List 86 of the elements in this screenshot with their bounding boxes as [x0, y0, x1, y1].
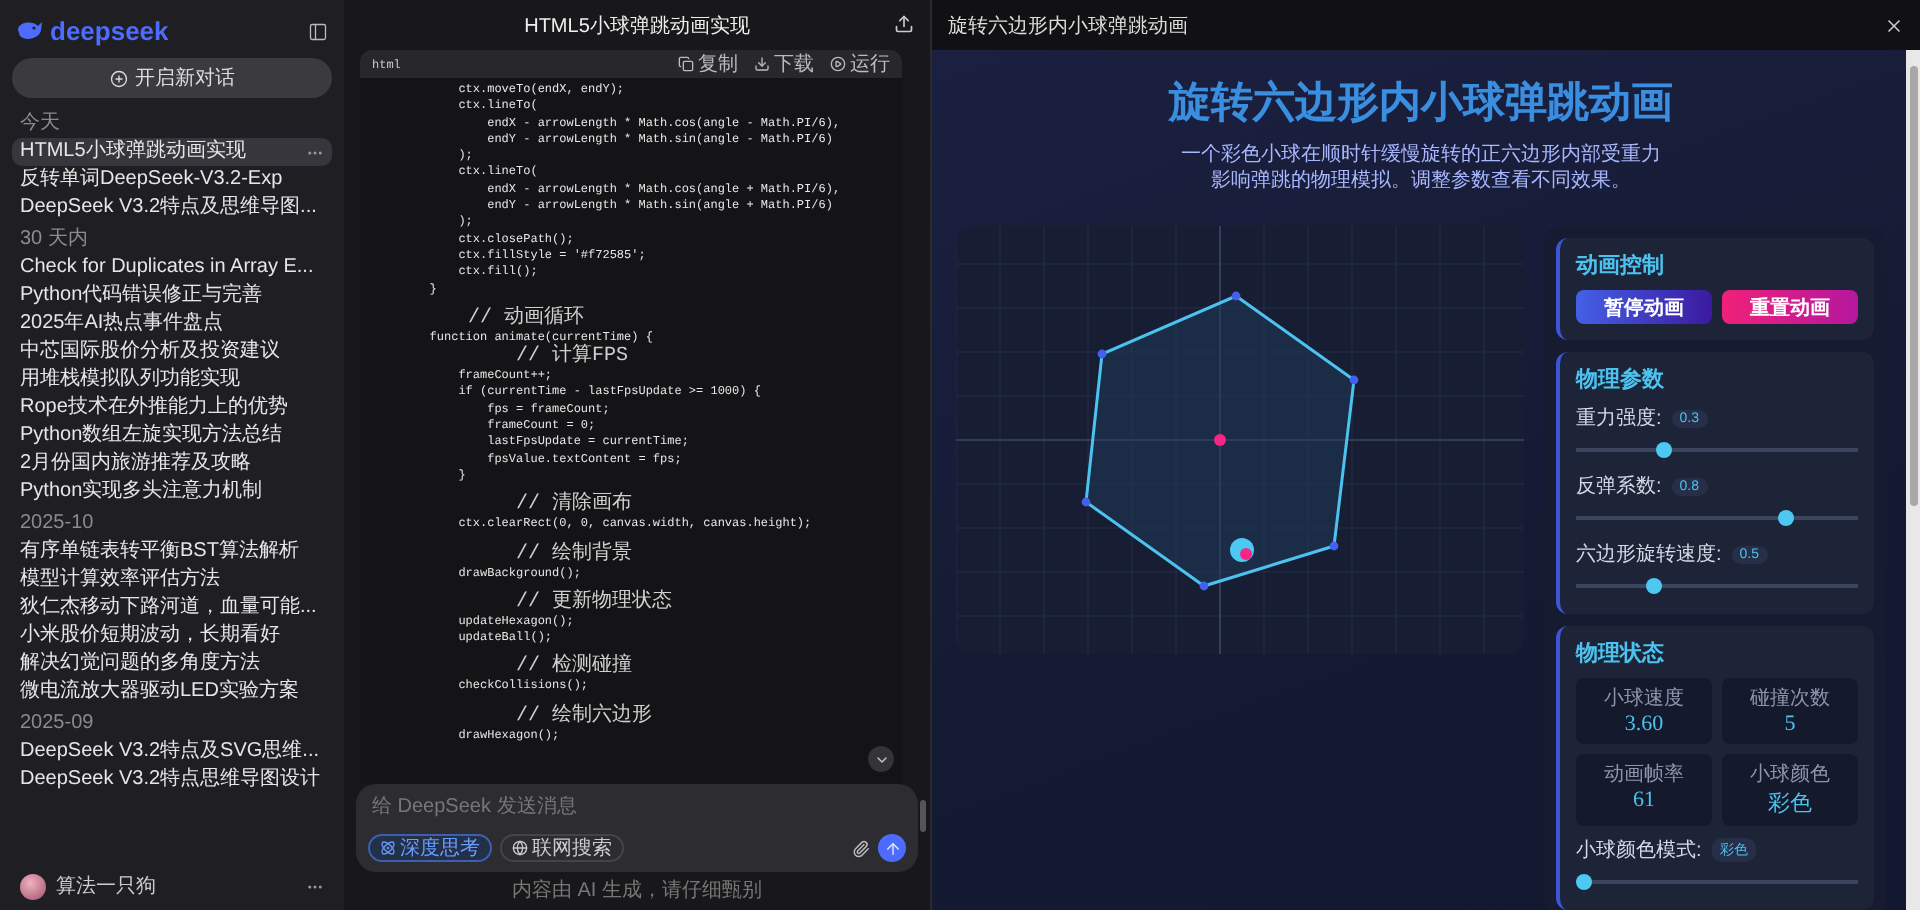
- chat-history-item[interactable]: DeepSeek V3.2特点思维导图设计: [12, 766, 332, 794]
- card-title: 动画控制: [1576, 251, 1666, 280]
- chat-history-item[interactable]: 解决幻觉问题的多角度方法: [12, 650, 332, 678]
- copy-button[interactable]: 复制: [678, 50, 738, 78]
- code-comment: // 绘制六边形: [514, 705, 655, 728]
- chat-history-item[interactable]: Python数组左旋实现方法总结: [12, 422, 332, 450]
- chat-history-item[interactable]: 模型计算效率评估方法: [12, 566, 332, 594]
- stat-label: 小球速度: [1604, 685, 1684, 712]
- chat-history-item[interactable]: 2月份国内旅游推荐及攻略: [12, 450, 332, 478]
- code-comment: // 计算FPS: [514, 346, 631, 369]
- sidebar-toggle-icon[interactable]: [308, 21, 328, 41]
- chat-history-item[interactable]: Python实现多头注意力机制: [12, 478, 332, 506]
- slider[interactable]: [1576, 874, 1858, 890]
- chat-history-item[interactable]: DeepSeek V3.2特点及SVG思维...: [12, 738, 332, 766]
- chat-history-item[interactable]: 微电流放大器驱动LED实验方案: [12, 678, 332, 706]
- stat-value: 61: [1633, 788, 1655, 812]
- plus-icon: [109, 69, 127, 87]
- slider-thumb[interactable]: [1778, 510, 1795, 526]
- slider-thumb[interactable]: [1655, 442, 1672, 458]
- chat-history-item[interactable]: Rope技术在外推能力上的优势: [12, 394, 332, 422]
- chat-history-item[interactable]: 有序单链表转平衡BST算法解析: [12, 538, 332, 566]
- stat-label: 动画帧率: [1604, 761, 1684, 788]
- globe-icon: [512, 840, 528, 856]
- chat-history-item[interactable]: Check for Duplicates in Array E...: [12, 254, 332, 282]
- stat-value: 5: [1784, 712, 1796, 736]
- stat-value: 3.60: [1624, 712, 1664, 736]
- code-comment: // 绘制背景: [514, 543, 635, 566]
- code-comment: // 动画循环: [466, 307, 587, 330]
- group-label: 2025-09: [18, 710, 96, 738]
- mode-toggle[interactable]: 联网搜索: [500, 834, 624, 862]
- scrollbar[interactable]: [920, 800, 926, 832]
- slider-label: 六边形旋转速度:: [1576, 541, 1722, 568]
- atom-icon: [380, 840, 396, 856]
- card-title: 物理状态: [1576, 639, 1666, 668]
- copy-icon: [678, 56, 694, 72]
- scrollbar[interactable]: [1906, 50, 1920, 910]
- chat-history-item[interactable]: 狄仁杰移动下路河道，血量可能...: [12, 594, 332, 622]
- code-comment: // 检测碰撞: [514, 656, 635, 679]
- close-icon[interactable]: [1884, 15, 1904, 35]
- user-name: 算法一只狗: [56, 873, 158, 900]
- chat-history-item[interactable]: Python代码错误修正与完善: [12, 282, 332, 310]
- chat-history-item[interactable]: 反转单词DeepSeek-V3.2-Exp: [12, 166, 332, 194]
- pause-button[interactable]: 暂停动画: [1576, 290, 1712, 324]
- arrow-up-icon: [883, 839, 901, 857]
- chat-history-item[interactable]: 小米股价短期波动，长期看好: [12, 622, 332, 650]
- reset-button[interactable]: 重置动画: [1722, 290, 1858, 324]
- chat-history-item[interactable]: 2025年AI热点事件盘点: [12, 310, 332, 338]
- slider-label: 小球颜色模式:: [1576, 837, 1702, 864]
- slider-label: 重力强度:: [1576, 405, 1662, 432]
- send-button[interactable]: [878, 834, 906, 862]
- code-comment: // 清除画布: [514, 494, 635, 517]
- chat-history-item[interactable]: HTML5小球弹跳动画实现: [12, 138, 332, 166]
- chat-history-item[interactable]: DeepSeek V3.2特点及思维导图...: [12, 194, 332, 222]
- whale-logo-icon: [16, 20, 44, 42]
- logo-text: deepseek: [50, 16, 169, 46]
- center-dot: [1214, 434, 1226, 446]
- download-icon: [754, 56, 770, 72]
- slider-thumb[interactable]: [1576, 874, 1592, 890]
- stat-label: 小球颜色: [1750, 761, 1830, 788]
- scroll-down-button[interactable]: [868, 746, 894, 772]
- chat-title: HTML5小球弹跳动画实现: [524, 13, 750, 39]
- run-button[interactable]: 运行: [830, 50, 890, 78]
- group-label: 今天: [18, 110, 62, 138]
- user-avatar[interactable]: [20, 873, 46, 899]
- page-heading: 旋转六边形内小球弹跳动画: [1169, 78, 1673, 130]
- group-label: 30 天内: [18, 225, 90, 254]
- slider-thumb[interactable]: [1645, 578, 1662, 594]
- chat-history-item[interactable]: 中芯国际股价分析及投资建议: [12, 338, 332, 366]
- attach-icon[interactable]: [852, 839, 870, 857]
- page-subtitle: 一个彩色小球在顺时针缓慢旋转的正六边形内部受重力影响弹跳的物理模拟。调整参数查看不同效果。: [1181, 142, 1661, 194]
- message-input[interactable]: 给 DeepSeek 发送消息 深度思考 联网搜索: [356, 784, 918, 872]
- group-label: 2025-10: [18, 510, 96, 538]
- mode-toggle[interactable]: 深度思考: [368, 834, 492, 862]
- disclaimer: 内容由 AI 生成，请仔细甄别: [509, 877, 764, 906]
- ball: [1230, 538, 1254, 562]
- card-title: 物理参数: [1576, 365, 1666, 394]
- preview-title: 旋转六边形内小球弹跳动画: [948, 13, 1188, 39]
- play-icon: [830, 56, 846, 72]
- chat-history-item[interactable]: 用堆栈模拟队列功能实现: [12, 366, 332, 394]
- share-icon[interactable]: [894, 14, 914, 34]
- download-button[interactable]: 下载: [754, 50, 814, 78]
- stat-label: 碰撞次数: [1750, 685, 1830, 712]
- code-comment: // 更新物理状态: [514, 591, 675, 614]
- stat-value: 彩色: [1768, 790, 1812, 818]
- new-chat-button[interactable]: 开启新对话: [12, 58, 332, 98]
- slider-label: 反弹系数:: [1576, 473, 1662, 500]
